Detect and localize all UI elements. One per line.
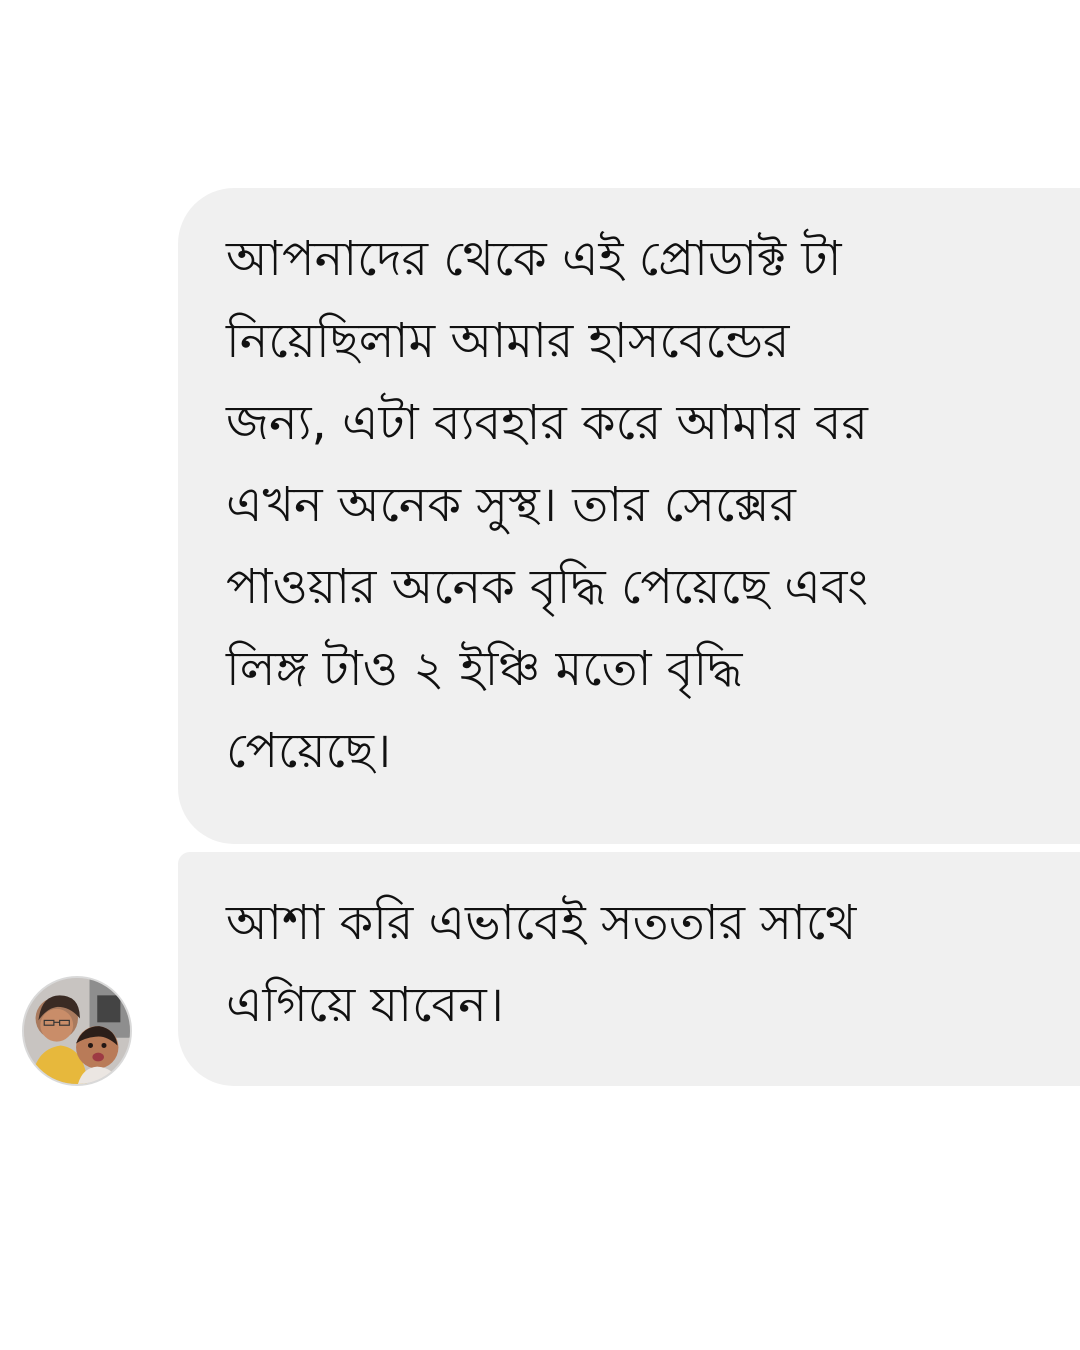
sender-avatar[interactable]	[22, 976, 132, 1086]
message-thread: আপনাদের থেকে এই প্রোডাক্ট টা নিয়েছিলাম …	[0, 0, 1080, 1350]
user-photo-avatar-icon	[24, 978, 130, 1084]
message-bubble-1[interactable]: আপনাদের থেকে এই প্রোডাক্ট টা নিয়েছিলাম …	[178, 188, 1080, 844]
message-bubble-2[interactable]: আশা করি এভাবেই সততার সাথে এগিয়ে যাবেন।	[178, 852, 1080, 1086]
